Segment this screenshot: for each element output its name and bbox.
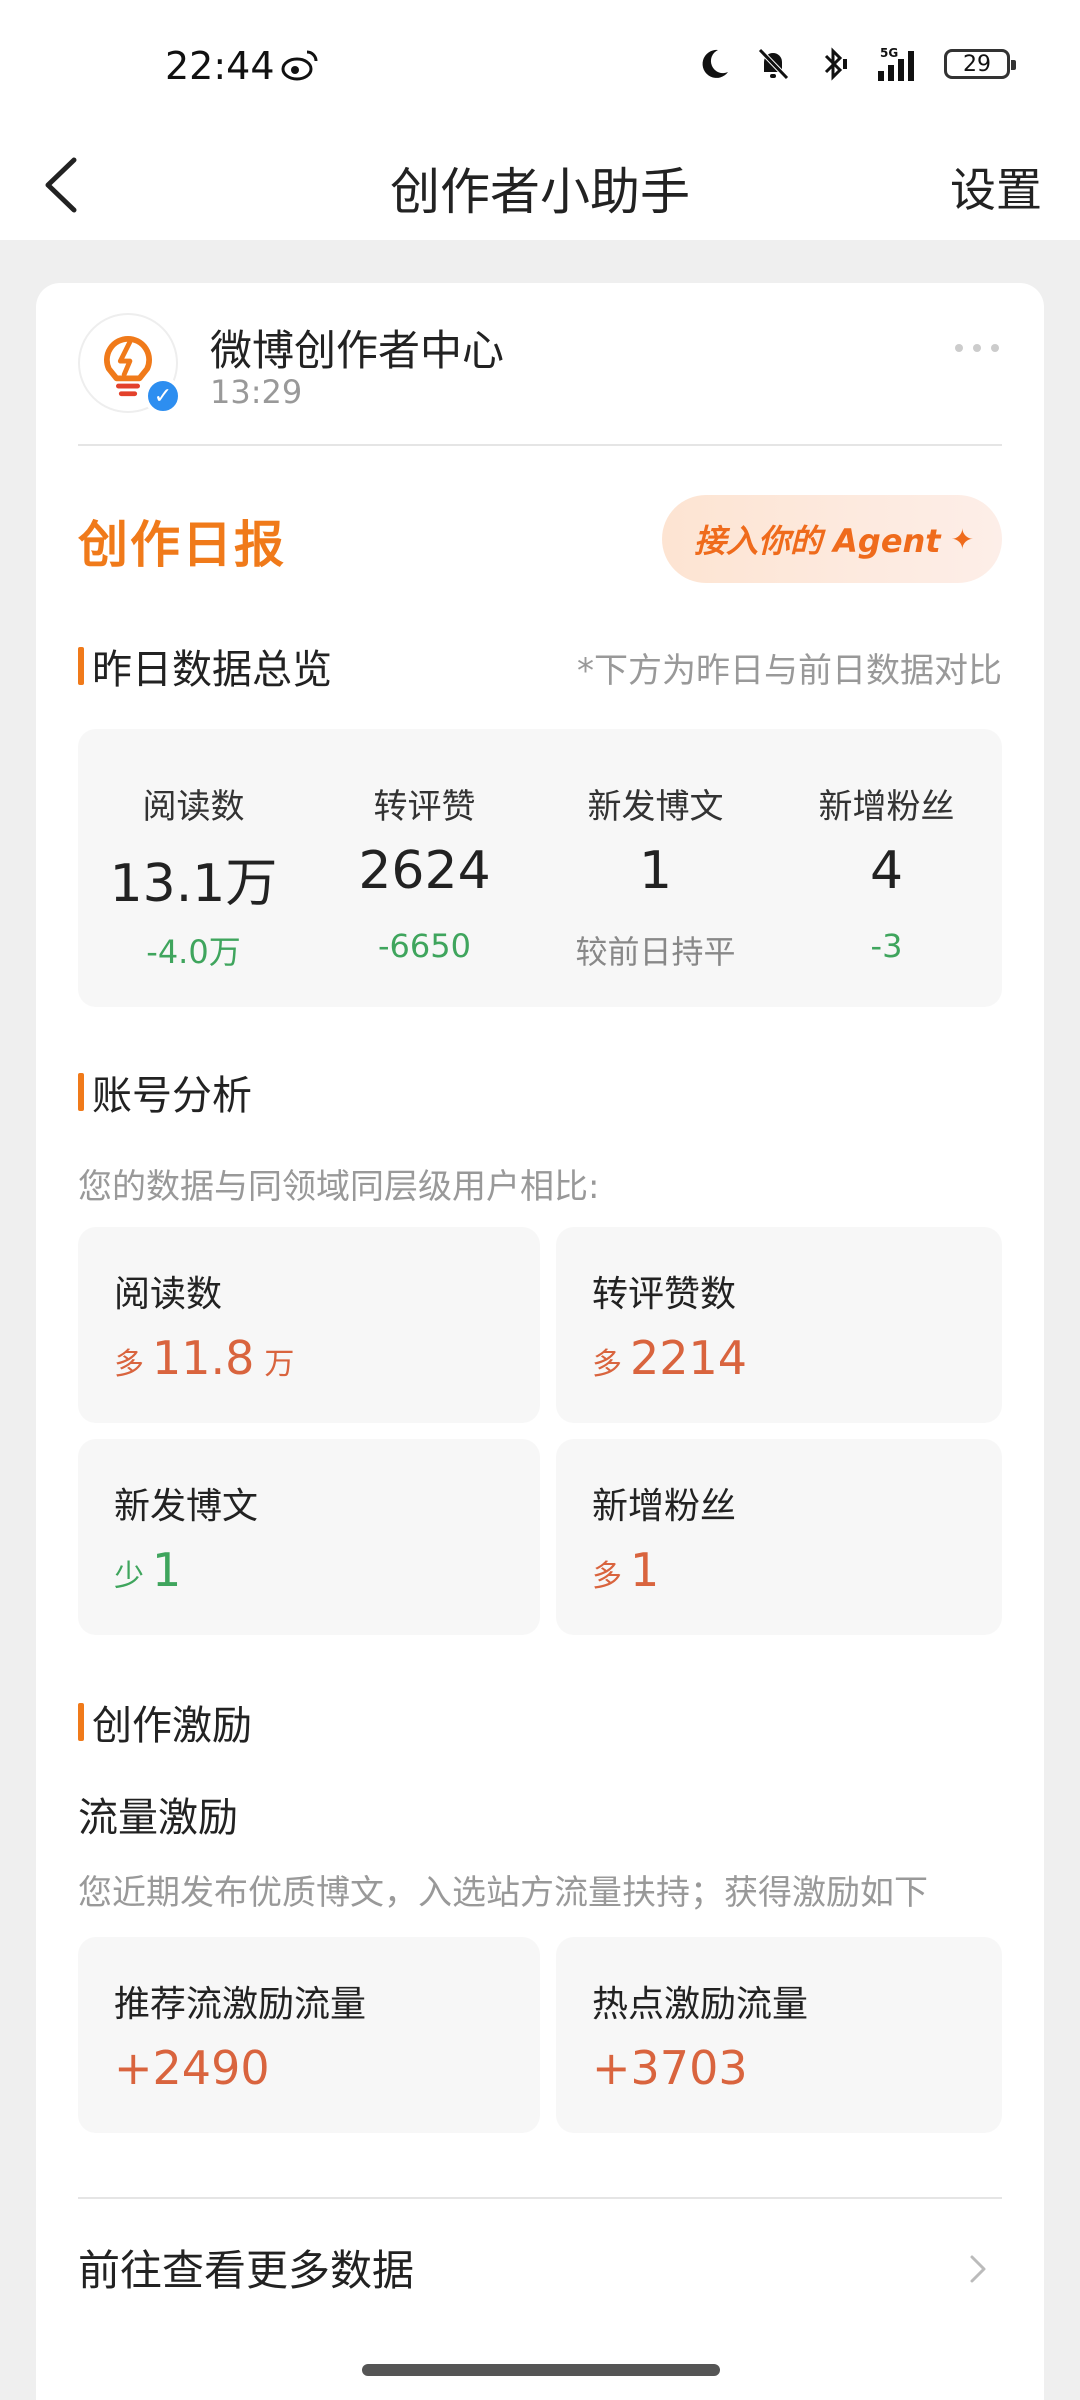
stat-label: 新发博文: [587, 787, 724, 827]
overview-stats: 阅读数 13.1万 -4.0万 转评赞 2624 -6650 新发博文 1 较前…: [78, 729, 1002, 1007]
chevron-right-icon: [970, 2255, 986, 2283]
account-header: ✓ 微博创作者中心 13:29: [78, 313, 1002, 443]
analysis-tile-engagement: 转评赞数 多 2214: [556, 1227, 1002, 1423]
post-time: 13:29: [210, 373, 303, 411]
tile-label: 热点激励流量: [592, 1984, 809, 2025]
view-more-label: 前往查看更多数据: [78, 2246, 415, 2295]
tile-label: 新发博文: [114, 1486, 259, 1527]
status-time: 22:44: [165, 44, 275, 88]
page-title: 创作者小助手: [390, 163, 690, 221]
incentive-title: 创作激励: [78, 1693, 252, 1751]
connect-agent-button[interactable]: 接入你的 Agent ✦: [662, 495, 1002, 583]
battery-level: 29: [963, 51, 991, 77]
signal-5g-icon: 5G: [878, 46, 914, 81]
tile-value: 少 1: [114, 1543, 181, 1597]
stat-label: 转评赞: [373, 787, 476, 827]
status-bar: 22:44 5G 29: [0, 0, 1080, 130]
svg-text:5G: 5G: [880, 46, 898, 60]
tile-label: 推荐流激励流量: [114, 1984, 367, 2025]
tile-number: 1: [152, 1543, 182, 1597]
report-title: 创作日报: [78, 516, 286, 574]
status-icons: 5G 29: [694, 44, 1016, 84]
stat-value: 1: [638, 841, 673, 901]
stat-new-posts: 新发博文 1 较前日持平: [540, 729, 771, 1007]
traffic-incentive-title: 流量激励: [78, 1795, 238, 1841]
incentive-description: 您近期发布优质博文，入选站方流量扶持；获得激励如下: [78, 1873, 928, 1913]
tile-number: 11.8: [152, 1331, 255, 1385]
stat-value: 2624: [358, 841, 491, 901]
stat-delta: -3: [870, 927, 903, 965]
overview-note: *下方为昨日与前日数据对比: [577, 651, 1002, 691]
moon-icon: [702, 49, 728, 78]
stat-value: 13.1万: [109, 854, 278, 914]
analysis-tile-posts: 新发博文 少 1: [78, 1439, 540, 1635]
analysis-title: 账号分析: [78, 1063, 252, 1121]
tile-label: 新增粉丝: [592, 1486, 737, 1527]
tile-prefix: 多: [592, 1559, 622, 1594]
view-more-data-link[interactable]: 前往查看更多数据: [78, 2197, 1002, 2327]
stat-label: 阅读数: [142, 787, 245, 827]
settings-button[interactable]: 设置: [950, 154, 1042, 220]
bluetooth-icon: [824, 47, 847, 81]
tile-prefix: 少: [114, 1559, 144, 1594]
daily-report-card: ✓ 微博创作者中心 13:29 创作日报 接入你的 Agent ✦ 昨日数据总览…: [36, 283, 1044, 2400]
stat-reads: 阅读数 13.1万 -4.0万: [78, 729, 309, 1007]
tile-value: 多 11.8 万: [114, 1331, 294, 1385]
stat-delta: -4.0万: [146, 933, 241, 971]
account-name[interactable]: 微博创作者中心: [210, 317, 504, 378]
stat-label: 新增粉丝: [818, 787, 955, 827]
tile-prefix: 多: [592, 1347, 622, 1382]
weibo-icon: [281, 50, 318, 81]
tile-label: 阅读数: [114, 1274, 223, 1315]
home-indicator[interactable]: [362, 2364, 720, 2376]
stat-new-fans: 新增粉丝 4 -3: [771, 729, 1002, 1007]
stat-value: 4: [869, 841, 904, 901]
connect-agent-label: 接入你的 Agent: [694, 522, 941, 560]
verified-badge-icon: ✓: [144, 377, 182, 415]
tile-value: 多 2214: [592, 1331, 747, 1385]
battery-icon: 29: [944, 49, 1016, 79]
stat-delta: 较前日持平: [575, 933, 736, 971]
nav-bar: 创作者小助手 设置: [0, 130, 1080, 240]
stat-engagement: 转评赞 2624 -6650: [309, 729, 540, 1007]
overview-title: 昨日数据总览: [78, 637, 332, 695]
tile-value: +2490: [114, 2041, 270, 2095]
tile-value: 多 1: [592, 1543, 659, 1597]
analysis-tile-reads: 阅读数 多 11.8 万: [78, 1227, 540, 1423]
sparkle-icon: ✦: [950, 522, 975, 556]
bell-off-icon: [758, 48, 789, 80]
analysis-subtitle: 您的数据与同领域同层级用户相比:: [78, 1167, 600, 1207]
tile-value: +3703: [592, 2041, 748, 2095]
incentive-tile-recommend: 推荐流激励流量 +2490: [78, 1937, 540, 2133]
tile-prefix: 多: [114, 1347, 144, 1382]
analysis-tile-fans: 新增粉丝 多 1: [556, 1439, 1002, 1635]
tile-number: 1: [630, 1543, 660, 1597]
incentive-tile-hot: 热点激励流量 +3703: [556, 1937, 1002, 2133]
header-divider: [78, 444, 1002, 446]
tile-number: 2214: [630, 1331, 748, 1385]
tile-suffix: 万: [264, 1347, 295, 1382]
more-options-icon[interactable]: [952, 333, 1002, 363]
tile-label: 转评赞数: [592, 1274, 737, 1315]
stat-delta: -6650: [378, 927, 471, 965]
